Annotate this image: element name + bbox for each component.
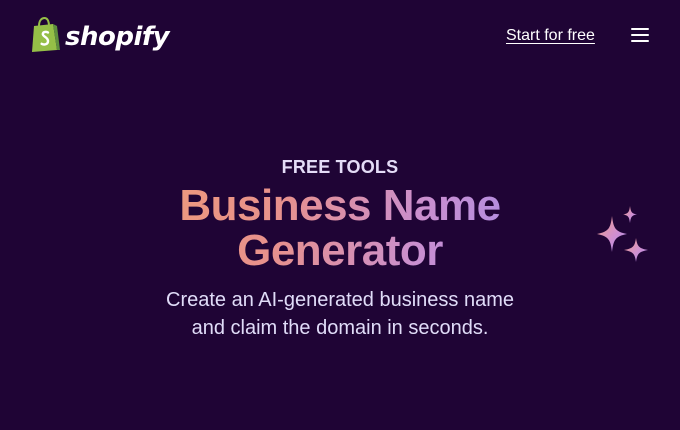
logo-wordmark: shopify <box>65 21 170 52</box>
start-for-free-link[interactable]: Start for free <box>506 27 595 45</box>
menu-bar-middle <box>631 34 649 36</box>
hamburger-menu-icon[interactable] <box>631 28 651 44</box>
site-header: shopify Start for free <box>0 0 680 76</box>
eyebrow-label: FREE TOOLS <box>281 157 399 177</box>
menu-bar-top <box>631 28 649 30</box>
page: shopify Start for free FREE TOOLS Busine… <box>0 0 680 430</box>
shopify-bag-icon <box>32 17 60 52</box>
shopify-logo[interactable]: shopify <box>29 17 170 54</box>
hero-subtitle: Create an AI-generated business name and… <box>166 289 514 339</box>
menu-bar-bottom <box>631 40 649 42</box>
sparkles-icon <box>597 206 648 262</box>
page-title: Business Name Generator <box>140 183 540 273</box>
